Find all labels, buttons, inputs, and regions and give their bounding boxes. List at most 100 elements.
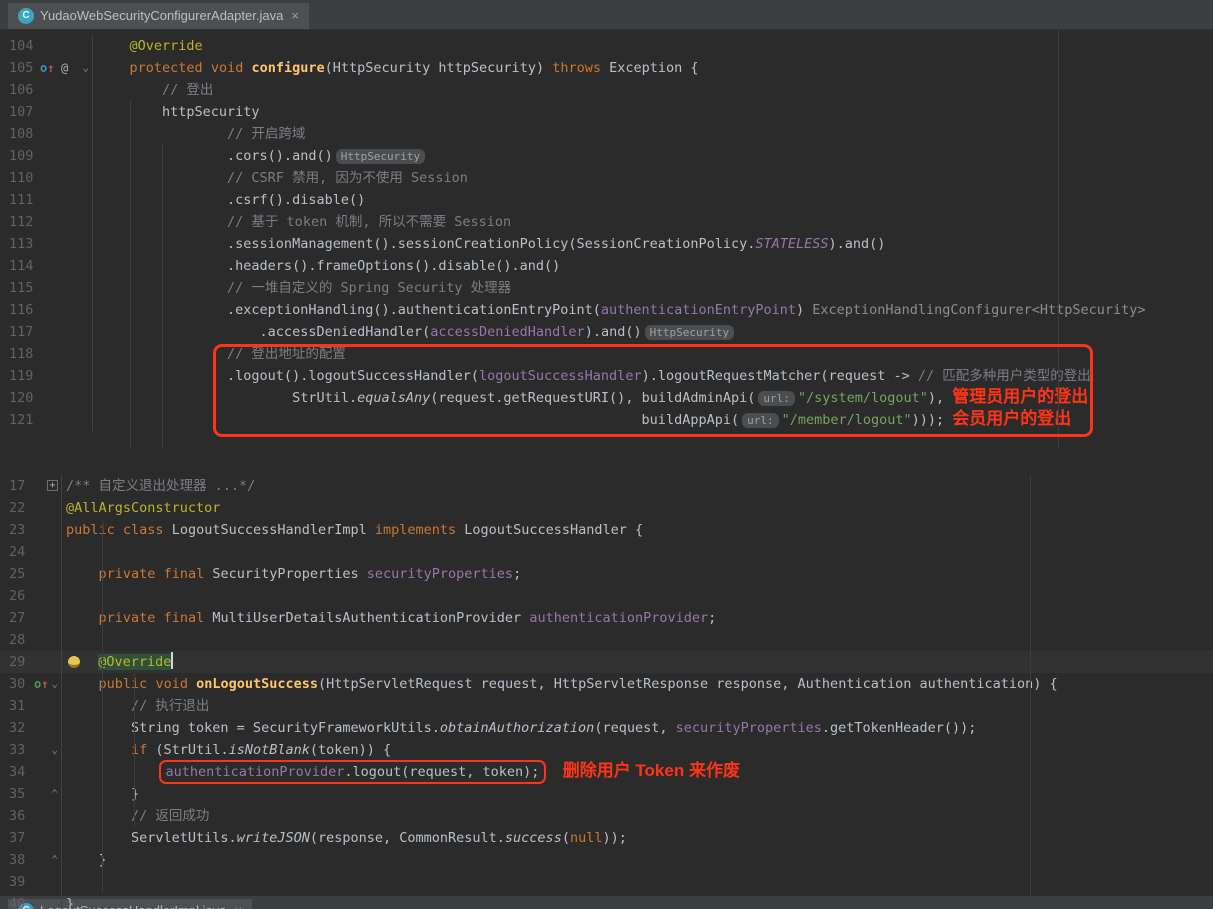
gutter[interactable] [37, 255, 93, 277]
inlay-hint: ExceptionHandlingConfigurer<HttpSecurity… [812, 302, 1145, 318]
annotation-box-logout-config [213, 344, 1093, 437]
gutter[interactable] [37, 387, 93, 409]
gutter[interactable] [37, 167, 93, 189]
code-line-22[interactable]: 22@AllArgsConstructor [0, 497, 1213, 519]
gutter[interactable] [31, 717, 62, 739]
gutter[interactable] [31, 651, 62, 673]
code-line-28[interactable]: 28 [0, 629, 1213, 651]
fold-collapse-icon[interactable]: ⌄ [82, 57, 89, 79]
override-method-icon[interactable]: o↑ [34, 673, 48, 695]
code-text: @Override [130, 38, 203, 54]
gutter[interactable] [31, 563, 62, 585]
code-area-bottom[interactable]: 17+/** 自定义退出处理器 ...*/22@AllArgsConstruct… [0, 475, 1213, 909]
gutter[interactable] [37, 35, 93, 57]
code-line-24[interactable]: 24 [0, 541, 1213, 563]
code-text [546, 764, 562, 780]
gutter[interactable] [37, 343, 93, 365]
gutter[interactable] [31, 519, 62, 541]
code-line-110[interactable]: 110 // CSRF 禁用, 因为不使用 Session [0, 167, 1213, 189]
code-line-36[interactable]: 36 // 返回成功 [0, 805, 1213, 827]
code-text: Exception { [601, 60, 699, 76]
code-line-107[interactable]: 107 httpSecurity [0, 101, 1213, 123]
text-caret [171, 652, 173, 669]
editor-pane-bottom[interactable]: C LogoutSuccessHandlerImpl.java × 17+/**… [0, 448, 1213, 909]
code-line-115[interactable]: 115 // 一堆自定义的 Spring Security 处理器 [0, 277, 1213, 299]
gutter[interactable] [37, 321, 93, 343]
code-line-112[interactable]: 112 // 基于 token 机制, 所以不需要 Session [0, 211, 1213, 233]
indent-guide [130, 100, 131, 448]
gutter[interactable] [31, 805, 62, 827]
gutter[interactable] [31, 893, 62, 909]
code-line-30[interactable]: 30o↑⌄ public void onLogoutSuccess(HttpSe… [0, 673, 1213, 695]
gutter[interactable]: + [31, 475, 62, 497]
override-method-icon[interactable]: o↑ [40, 57, 54, 79]
code-line-106[interactable]: 106 // 登出 [0, 79, 1213, 101]
gutter[interactable] [37, 101, 93, 123]
gutter[interactable] [31, 695, 62, 717]
gutter[interactable] [37, 211, 93, 233]
code-line-26[interactable]: 26 [0, 585, 1213, 607]
code-text: )); [602, 830, 626, 846]
gutter[interactable] [37, 277, 93, 299]
fold-expand-icon[interactable]: + [47, 480, 58, 491]
gutter[interactable] [37, 123, 93, 145]
gutter[interactable] [37, 365, 93, 387]
gutter[interactable] [31, 607, 62, 629]
gutter[interactable] [31, 871, 62, 893]
code-line-117[interactable]: 117 .accessDeniedHandler(accessDeniedHan… [0, 321, 1213, 343]
code-line-23[interactable]: 23public class LogoutSuccessHandlerImpl … [0, 519, 1213, 541]
fold-end-icon[interactable]: ⌃ [51, 849, 58, 871]
gutter[interactable] [31, 827, 62, 849]
annotation-gutter-icon[interactable]: @ [61, 57, 68, 79]
fold-end-icon[interactable]: ⌃ [51, 783, 58, 805]
code-line-32[interactable]: 32 String token = SecurityFrameworkUtils… [0, 717, 1213, 739]
code-line-113[interactable]: 113 .sessionManagement().sessionCreation… [0, 233, 1213, 255]
gutter[interactable] [31, 629, 62, 651]
gutter[interactable]: o↑⌄ [31, 673, 62, 695]
code-line-38[interactable]: 38⌃ } [0, 849, 1213, 871]
line-number: 24 [0, 541, 31, 563]
code-line-39[interactable]: 39 [0, 871, 1213, 893]
intention-bulb-icon[interactable] [68, 656, 80, 668]
close-icon[interactable]: × [291, 5, 299, 27]
gutter[interactable] [31, 497, 62, 519]
code-content: } [62, 893, 1213, 909]
gutter[interactable]: ⌃ [31, 849, 62, 871]
code-line-35[interactable]: 35⌃ } [0, 783, 1213, 805]
code-line-111[interactable]: 111 .csrf().disable() [0, 189, 1213, 211]
code-text: authenticationProvider [166, 764, 345, 780]
gutter[interactable] [31, 585, 62, 607]
code-line-31[interactable]: 31 // 执行退出 [0, 695, 1213, 717]
code-line-17[interactable]: 17+/** 自定义退出处理器 ...*/ [0, 475, 1213, 497]
code-line-116[interactable]: 116 .exceptionHandling().authenticationE… [0, 299, 1213, 321]
tab-yudao-web-security-configurer-adapter[interactable]: C YudaoWebSecurityConfigurerAdapter.java… [8, 3, 309, 29]
gutter[interactable] [31, 541, 62, 563]
tab-label: YudaoWebSecurityConfigurerAdapter.java [40, 5, 283, 27]
code-line-108[interactable]: 108 // 开启跨域 [0, 123, 1213, 145]
code-line-29[interactable]: 29 @Override [0, 651, 1213, 673]
gutter[interactable] [31, 761, 62, 783]
code-line-34[interactable]: 34 authenticationProvider.logout(request… [0, 761, 1213, 783]
gutter[interactable]: ⌄ [31, 739, 62, 761]
code-content: public class LogoutSuccessHandlerImpl im… [62, 519, 1213, 541]
gutter[interactable]: ⌃ [31, 783, 62, 805]
code-line-104[interactable]: 104 @Override [0, 35, 1213, 57]
code-line-114[interactable]: 114 .headers().frameOptions().disable().… [0, 255, 1213, 277]
gutter[interactable] [37, 233, 93, 255]
fold-collapse-icon[interactable]: ⌄ [51, 739, 58, 761]
gutter[interactable]: o↑ @ ⌄ [37, 57, 93, 79]
code-line-109[interactable]: 109 .cors().and()HttpSecurity [0, 145, 1213, 167]
gutter[interactable] [37, 409, 93, 431]
gutter[interactable] [37, 189, 93, 211]
code-content: String token = SecurityFrameworkUtils.ob… [62, 717, 1213, 739]
code-line-33[interactable]: 33⌄ if (StrUtil.isNotBlank(token)) { [0, 739, 1213, 761]
code-line-105[interactable]: 105o↑@⌄ protected void configure(HttpSec… [0, 57, 1213, 79]
gutter[interactable] [37, 145, 93, 167]
gutter[interactable] [37, 299, 93, 321]
code-line-37[interactable]: 37 ServletUtils.writeJSON(response, Comm… [0, 827, 1213, 849]
code-line-25[interactable]: 25 private final SecurityProperties secu… [0, 563, 1213, 585]
fold-collapse-icon[interactable]: ⌄ [51, 673, 58, 695]
gutter[interactable] [37, 79, 93, 101]
code-line-40[interactable]: 40} [0, 893, 1213, 909]
code-line-27[interactable]: 27 private final MultiUserDetailsAuthent… [0, 607, 1213, 629]
